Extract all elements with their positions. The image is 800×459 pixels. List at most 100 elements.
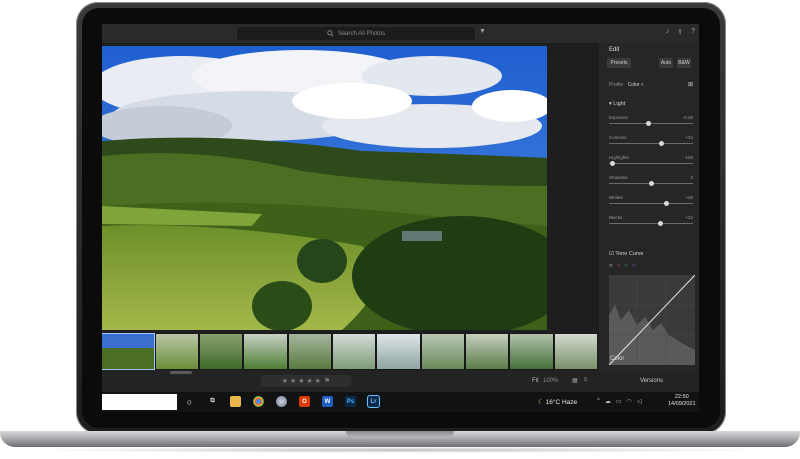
slider-knob[interactable]: [645, 120, 651, 126]
bw-button[interactable]: B&W: [677, 58, 691, 68]
slider-track[interactable]: [609, 163, 693, 164]
filmstrip-thumb[interactable]: [200, 334, 243, 369]
weather-text: Haze: [561, 399, 578, 406]
lightroom-window: Search All Photos ▼ ♪ ⇪ ? Edit Presets A…: [102, 24, 699, 412]
filmstrip-thumb[interactable]: [466, 334, 509, 369]
slider-contrast[interactable]: Contrast +34: [609, 135, 693, 147]
profile-selector[interactable]: Profile Color ▾: [609, 82, 643, 88]
slider-track[interactable]: [609, 143, 693, 144]
top-bar: Search All Photos ▼ ♪ ⇪ ?: [102, 24, 699, 43]
top-icons: ♪ ⇪ ?: [666, 28, 695, 36]
slider-blacks[interactable]: Blacks +22: [609, 215, 693, 227]
filmstrip-thumb[interactable]: [155, 334, 199, 369]
rgb-channel-icon[interactable]: ○: [609, 263, 613, 269]
slider-knob[interactable]: [663, 200, 669, 206]
search-input[interactable]: Search All Photos: [237, 27, 475, 40]
slider-knob[interactable]: [648, 180, 654, 186]
bottom-bar: ★ ★ ★ ★ ★ ⚑ Fit 100% ▦ ≡ Color Versions: [102, 356, 699, 392]
auto-button[interactable]: Auto: [659, 58, 673, 68]
chrome-icon[interactable]: [253, 396, 264, 407]
flag-icon[interactable]: ⚑: [324, 377, 330, 385]
bell-icon[interactable]: ♪: [666, 28, 670, 36]
light-section-label: Light: [613, 101, 626, 107]
wifi-icon[interactable]: ◠: [627, 398, 632, 405]
slider-value[interactable]: -0.36: [683, 115, 693, 120]
filmstrip-thumb[interactable]: [333, 334, 376, 369]
filmstrip-thumb[interactable]: [244, 334, 287, 369]
slider-value[interactable]: 0: [690, 175, 693, 180]
slider-value[interactable]: +34: [685, 135, 693, 140]
slider-track[interactable]: [609, 123, 693, 124]
versions-label[interactable]: Versions: [640, 378, 663, 384]
tone-curve-graph[interactable]: [608, 274, 696, 366]
profile-value: Color: [627, 82, 640, 88]
slider-shadows[interactable]: Shadows 0: [609, 175, 693, 187]
green-channel-icon[interactable]: ○: [624, 263, 628, 269]
rating-bar[interactable]: ★ ★ ★ ★ ★ ⚑: [260, 375, 352, 387]
main-photo[interactable]: [102, 46, 547, 330]
battery-icon[interactable]: ▭: [616, 398, 622, 405]
profile-label: Profile: [609, 82, 624, 88]
share-icon[interactable]: ⇪: [677, 28, 683, 36]
folder-icon[interactable]: [230, 396, 241, 407]
slider-label: Shadows: [609, 175, 628, 180]
clock[interactable]: 22:50 14/09/2021: [668, 394, 696, 408]
photoshop-icon[interactable]: Ps: [345, 396, 356, 407]
temperature: 16°C: [545, 399, 561, 406]
blue-channel-icon[interactable]: ○: [632, 263, 636, 269]
slider-track[interactable]: [609, 223, 693, 224]
laptop-shadow: [30, 447, 770, 453]
filmstrip-thumb[interactable]: [102, 333, 155, 370]
slider-knob[interactable]: [658, 140, 664, 146]
weather-icon: ☾: [538, 399, 544, 406]
clock-date: 14/09/2021: [668, 401, 696, 407]
chevron-up-icon[interactable]: ^: [597, 398, 600, 405]
profile-browser-icon[interactable]: ⊞: [688, 81, 693, 88]
tone-curve-header[interactable]: ☑ Tone Curve: [609, 251, 644, 257]
word-icon[interactable]: W: [322, 396, 333, 407]
filmstrip-thumb[interactable]: [288, 334, 332, 369]
slider-value[interactable]: -100: [684, 155, 693, 160]
filmstrip-thumb[interactable]: [377, 334, 420, 369]
slider-knob[interactable]: [609, 160, 615, 166]
slider-highlights[interactable]: Highlights -100: [609, 155, 693, 167]
weather-widget[interactable]: ☾ 16°C Haze: [538, 398, 577, 406]
start-icon[interactable]: ○: [184, 396, 195, 407]
slider-whites[interactable]: Whites +36: [609, 195, 693, 207]
slider-exposure[interactable]: Exposure -0.36: [609, 115, 693, 127]
curve-channel-selector: ○ ○ ○ ○: [609, 263, 636, 269]
filmstrip-scrollbar[interactable]: [170, 371, 192, 374]
slider-label: Highlights: [609, 155, 629, 160]
presets-button[interactable]: Presets: [607, 58, 631, 68]
sort-icon[interactable]: ≡: [584, 377, 588, 384]
filter-icon[interactable]: ▼: [479, 28, 486, 35]
help-icon[interactable]: ?: [691, 28, 695, 36]
star-rating[interactable]: ★ ★ ★ ★ ★: [282, 377, 321, 385]
lightroom-icon[interactable]: Lr: [367, 395, 380, 408]
laptop-notch: [346, 431, 454, 438]
fit-button[interactable]: Fit: [532, 378, 539, 384]
slider-knob[interactable]: [657, 220, 663, 226]
slider-label: Exposure: [609, 115, 629, 120]
cloud-icon[interactable]: ☁: [605, 398, 611, 405]
office-icon[interactable]: O: [299, 396, 310, 407]
slider-label: Contrast: [609, 135, 627, 140]
task-view-icon[interactable]: ⧉: [207, 396, 218, 407]
browser-icon[interactable]: [276, 396, 287, 407]
zoom-level[interactable]: 100%: [543, 378, 558, 384]
volume-icon[interactable]: ◁: [637, 398, 642, 405]
red-channel-icon[interactable]: ○: [617, 263, 621, 269]
light-section-header[interactable]: ▾ Light: [609, 101, 625, 107]
taskbar-search[interactable]: [102, 394, 177, 410]
versions-button[interactable]: Color: [610, 356, 624, 362]
slider-label: Whites: [609, 195, 623, 200]
filmstrip-thumb[interactable]: [510, 334, 553, 369]
filmstrip-thumb[interactable]: [554, 334, 598, 369]
slider-value[interactable]: +22: [685, 215, 693, 220]
slider-value[interactable]: +36: [685, 195, 693, 200]
edit-panel-title: Edit: [609, 47, 620, 53]
slider-track[interactable]: [609, 203, 693, 204]
filmstrip-thumb[interactable]: [421, 334, 465, 369]
windows-taskbar: ○ ⧉ O W Ps Lr ☾ 16°C Haze ^ ☁ ▭ ◠ ◁ 22:5…: [102, 392, 699, 412]
grid-icon[interactable]: ▦: [572, 377, 578, 384]
